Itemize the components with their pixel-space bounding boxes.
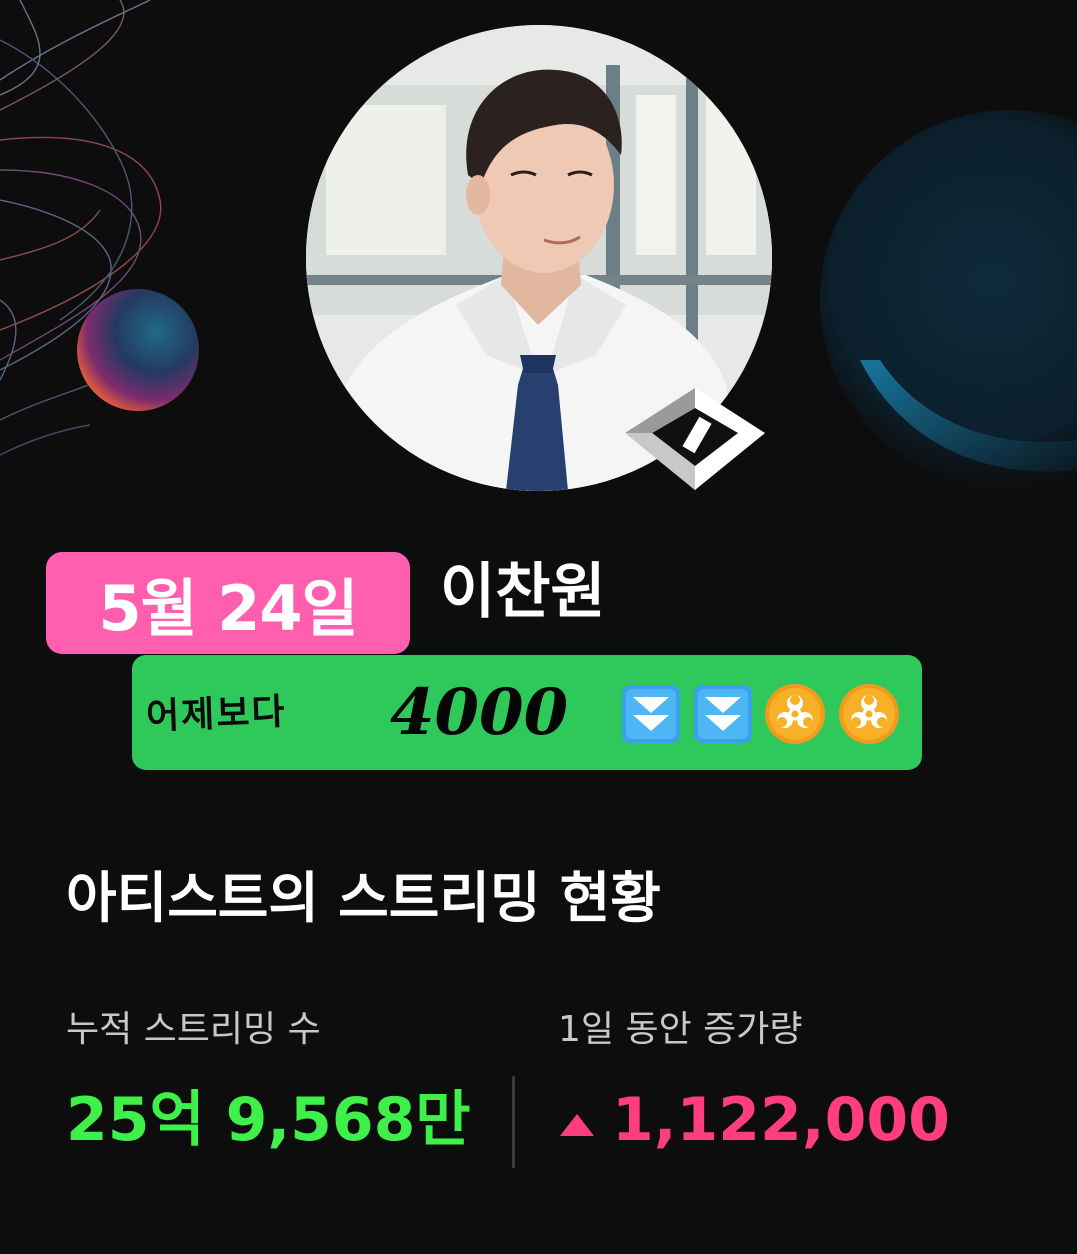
stats-divider bbox=[512, 1076, 515, 1168]
daily-comparison-banner: 어제보다 4000 bbox=[132, 655, 922, 770]
date-text: 5월 24일 bbox=[98, 572, 358, 645]
cumulative-streams-value: 25억 9,568만 bbox=[66, 1085, 471, 1155]
date-badge: 5월 24일 bbox=[46, 552, 410, 654]
comparison-value: 4000 bbox=[390, 675, 569, 750]
daily-increase-label: 1일 동안 증가량 bbox=[558, 1009, 803, 1050]
up-triangle-icon bbox=[560, 1114, 594, 1136]
comparison-label: 어제보다 bbox=[145, 690, 288, 738]
section-title: 아티스트의 스트리밍 현황 bbox=[66, 866, 661, 930]
double-down-arrow-icon bbox=[694, 685, 752, 743]
orb-decoration bbox=[77, 289, 199, 411]
diamond-logo-icon bbox=[625, 388, 765, 490]
daily-increase-value: 1,122,000 bbox=[612, 1085, 950, 1155]
artist-name[interactable]: 이찬원 bbox=[440, 552, 606, 632]
biohazard-icon bbox=[765, 684, 825, 744]
cumulative-streams-label: 누적 스트리밍 수 bbox=[66, 1009, 321, 1050]
double-down-arrow-icon bbox=[622, 685, 680, 743]
biohazard-icon bbox=[839, 684, 899, 744]
